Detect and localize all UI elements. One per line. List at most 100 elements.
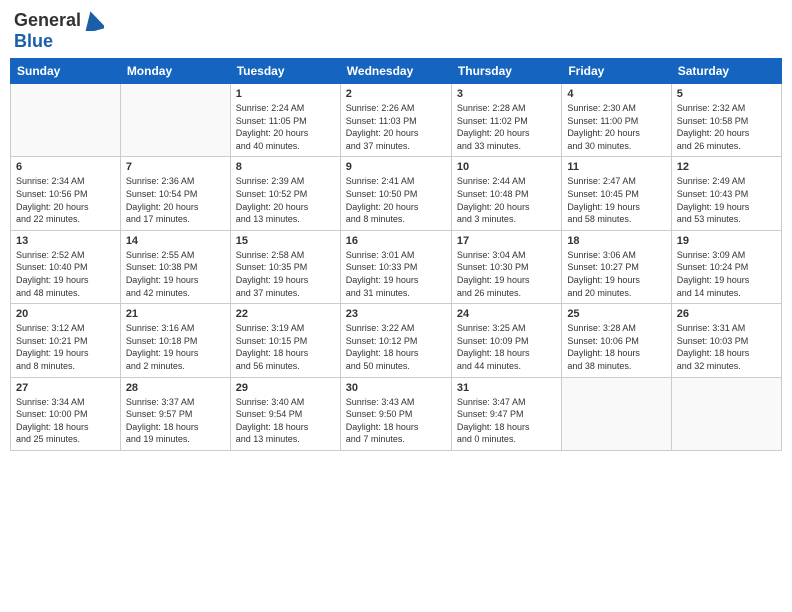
weekday-header-saturday: Saturday — [671, 59, 781, 84]
weekday-header-thursday: Thursday — [451, 59, 561, 84]
day-number: 2 — [346, 88, 446, 100]
day-info: Sunrise: 3:34 AM Sunset: 10:00 PM Daylig… — [16, 396, 115, 446]
calendar-cell: 23 Sunrise: 3:22 AM Sunset: 10:12 PM Dayl… — [340, 304, 451, 377]
day-info: Sunrise: 3:28 AM Sunset: 10:06 PM Daylig… — [567, 322, 665, 372]
day-info: Sunrise: 2:47 AM Sunset: 10:45 PM Daylig… — [567, 175, 665, 225]
calendar-week-3: 13Sunrise: 2:52 AM Sunset: 10:40 PM Dayl… — [11, 230, 782, 303]
calendar-cell: 16 Sunrise: 3:01 AM Sunset: 10:33 PM Dayl… — [340, 230, 451, 303]
calendar-cell: 1 Sunrise: 2:24 AM Sunset: 11:05 PM Dayli… — [230, 84, 340, 157]
day-number: 20 — [16, 308, 115, 320]
calendar-header-row: SundayMondayTuesdayWednesdayThursdayFrid… — [11, 59, 782, 84]
day-number: 30 — [346, 382, 446, 394]
day-number: 27 — [16, 382, 115, 394]
calendar-cell: 7 Sunrise: 2:36 AM Sunset: 10:54 PM Dayli… — [120, 157, 230, 230]
day-info: Sunrise: 2:55 AM Sunset: 10:38 PM Daylig… — [126, 249, 225, 299]
day-number: 23 — [346, 308, 446, 320]
calendar-cell: 20Sunrise: 3:12 AM Sunset: 10:21 PM Dayl… — [11, 304, 121, 377]
calendar-cell: 30Sunrise: 3:43 AM Sunset: 9:50 PM Dayli… — [340, 377, 451, 450]
calendar-cell: 22 Sunrise: 3:19 AM Sunset: 10:15 PM Dayl… — [230, 304, 340, 377]
logo-blue: Blue — [14, 31, 53, 51]
calendar-cell: 29 Sunrise: 3:40 AM Sunset: 9:54 PM Dayli… — [230, 377, 340, 450]
day-number: 31 — [457, 382, 556, 394]
day-info: Sunrise: 3:47 AM Sunset: 9:47 PM Dayligh… — [457, 396, 556, 446]
logo: General Blue — [14, 10, 105, 52]
calendar-cell: 2Sunrise: 2:26 AM Sunset: 11:03 PM Dayli… — [340, 84, 451, 157]
calendar-week-1: 1 Sunrise: 2:24 AM Sunset: 11:05 PM Dayli… — [11, 84, 782, 157]
day-info: Sunrise: 2:39 AM Sunset: 10:52 PM Daylig… — [236, 175, 335, 225]
day-info: Sunrise: 2:24 AM Sunset: 11:05 PM Daylig… — [236, 102, 335, 152]
day-number: 28 — [126, 382, 225, 394]
calendar-cell: 17Sunrise: 3:04 AM Sunset: 10:30 PM Dayl… — [451, 230, 561, 303]
day-number: 16 — [346, 235, 446, 247]
page-header: General Blue — [10, 10, 782, 52]
calendar-cell: 28 Sunrise: 3:37 AM Sunset: 9:57 PM Dayli… — [120, 377, 230, 450]
calendar-cell: 12 Sunrise: 2:49 AM Sunset: 10:43 PM Dayl… — [671, 157, 781, 230]
calendar-cell: 15Sunrise: 2:58 AM Sunset: 10:35 PM Dayl… — [230, 230, 340, 303]
day-number: 14 — [126, 235, 225, 247]
calendar-week-4: 20Sunrise: 3:12 AM Sunset: 10:21 PM Dayl… — [11, 304, 782, 377]
day-info: Sunrise: 3:09 AM Sunset: 10:24 PM Daylig… — [677, 249, 776, 299]
day-info: Sunrise: 2:49 AM Sunset: 10:43 PM Daylig… — [677, 175, 776, 225]
day-info: Sunrise: 2:30 AM Sunset: 11:00 PM Daylig… — [567, 102, 665, 152]
day-number: 1 — [236, 88, 335, 100]
calendar-cell: 27 Sunrise: 3:34 AM Sunset: 10:00 PM Dayl… — [11, 377, 121, 450]
day-info: Sunrise: 3:06 AM Sunset: 10:27 PM Daylig… — [567, 249, 665, 299]
day-number: 24 — [457, 308, 556, 320]
day-number: 12 — [677, 161, 776, 173]
day-info: Sunrise: 2:32 AM Sunset: 10:58 PM Daylig… — [677, 102, 776, 152]
calendar-cell: 25 Sunrise: 3:28 AM Sunset: 10:06 PM Dayl… — [562, 304, 671, 377]
calendar-week-2: 6 Sunrise: 2:34 AM Sunset: 10:56 PM Dayli… — [11, 157, 782, 230]
day-info: Sunrise: 3:25 AM Sunset: 10:09 PM Daylig… — [457, 322, 556, 372]
calendar-cell: 18 Sunrise: 3:06 AM Sunset: 10:27 PM Dayl… — [562, 230, 671, 303]
day-number: 4 — [567, 88, 665, 100]
day-number: 6 — [16, 161, 115, 173]
day-number: 25 — [567, 308, 665, 320]
calendar-cell: 13Sunrise: 2:52 AM Sunset: 10:40 PM Dayl… — [11, 230, 121, 303]
day-info: Sunrise: 3:40 AM Sunset: 9:54 PM Dayligh… — [236, 396, 335, 446]
weekday-header-tuesday: Tuesday — [230, 59, 340, 84]
logo-general: General — [14, 10, 81, 31]
day-number: 29 — [236, 382, 335, 394]
calendar-cell: 14 Sunrise: 2:55 AM Sunset: 10:38 PM Dayl… — [120, 230, 230, 303]
day-number: 11 — [567, 161, 665, 173]
logo-icon — [82, 11, 104, 31]
day-number: 15 — [236, 235, 335, 247]
day-number: 19 — [677, 235, 776, 247]
day-info: Sunrise: 3:22 AM Sunset: 10:12 PM Daylig… — [346, 322, 446, 372]
weekday-header-wednesday: Wednesday — [340, 59, 451, 84]
calendar-cell — [120, 84, 230, 157]
day-info: Sunrise: 3:04 AM Sunset: 10:30 PM Daylig… — [457, 249, 556, 299]
day-info: Sunrise: 3:19 AM Sunset: 10:15 PM Daylig… — [236, 322, 335, 372]
day-number: 18 — [567, 235, 665, 247]
day-info: Sunrise: 3:31 AM Sunset: 10:03 PM Daylig… — [677, 322, 776, 372]
day-info: Sunrise: 3:16 AM Sunset: 10:18 PM Daylig… — [126, 322, 225, 372]
day-info: Sunrise: 2:36 AM Sunset: 10:54 PM Daylig… — [126, 175, 225, 225]
day-number: 7 — [126, 161, 225, 173]
day-number: 21 — [126, 308, 225, 320]
calendar-cell: 24 Sunrise: 3:25 AM Sunset: 10:09 PM Dayl… — [451, 304, 561, 377]
calendar-cell: 10Sunrise: 2:44 AM Sunset: 10:48 PM Dayl… — [451, 157, 561, 230]
calendar-cell: 9 Sunrise: 2:41 AM Sunset: 10:50 PM Dayli… — [340, 157, 451, 230]
calendar-table: SundayMondayTuesdayWednesdayThursdayFrid… — [10, 58, 782, 451]
day-number: 22 — [236, 308, 335, 320]
calendar-cell — [11, 84, 121, 157]
calendar-cell: 6 Sunrise: 2:34 AM Sunset: 10:56 PM Dayli… — [11, 157, 121, 230]
weekday-header-friday: Friday — [562, 59, 671, 84]
day-info: Sunrise: 3:37 AM Sunset: 9:57 PM Dayligh… — [126, 396, 225, 446]
calendar-cell: 26Sunrise: 3:31 AM Sunset: 10:03 PM Dayl… — [671, 304, 781, 377]
calendar-cell: 3Sunrise: 2:28 AM Sunset: 11:02 PM Dayli… — [451, 84, 561, 157]
day-info: Sunrise: 2:41 AM Sunset: 10:50 PM Daylig… — [346, 175, 446, 225]
calendar-cell: 8Sunrise: 2:39 AM Sunset: 10:52 PM Dayli… — [230, 157, 340, 230]
calendar-cell: 21 Sunrise: 3:16 AM Sunset: 10:18 PM Dayl… — [120, 304, 230, 377]
calendar-cell: 19 Sunrise: 3:09 AM Sunset: 10:24 PM Dayl… — [671, 230, 781, 303]
calendar-cell — [671, 377, 781, 450]
calendar-cell: 31 Sunrise: 3:47 AM Sunset: 9:47 PM Dayli… — [451, 377, 561, 450]
calendar-cell: 4 Sunrise: 2:30 AM Sunset: 11:00 PM Dayli… — [562, 84, 671, 157]
day-number: 3 — [457, 88, 556, 100]
calendar-cell — [562, 377, 671, 450]
day-info: Sunrise: 2:44 AM Sunset: 10:48 PM Daylig… — [457, 175, 556, 225]
day-info: Sunrise: 2:52 AM Sunset: 10:40 PM Daylig… — [16, 249, 115, 299]
day-info: Sunrise: 2:34 AM Sunset: 10:56 PM Daylig… — [16, 175, 115, 225]
day-info: Sunrise: 3:01 AM Sunset: 10:33 PM Daylig… — [346, 249, 446, 299]
day-number: 9 — [346, 161, 446, 173]
